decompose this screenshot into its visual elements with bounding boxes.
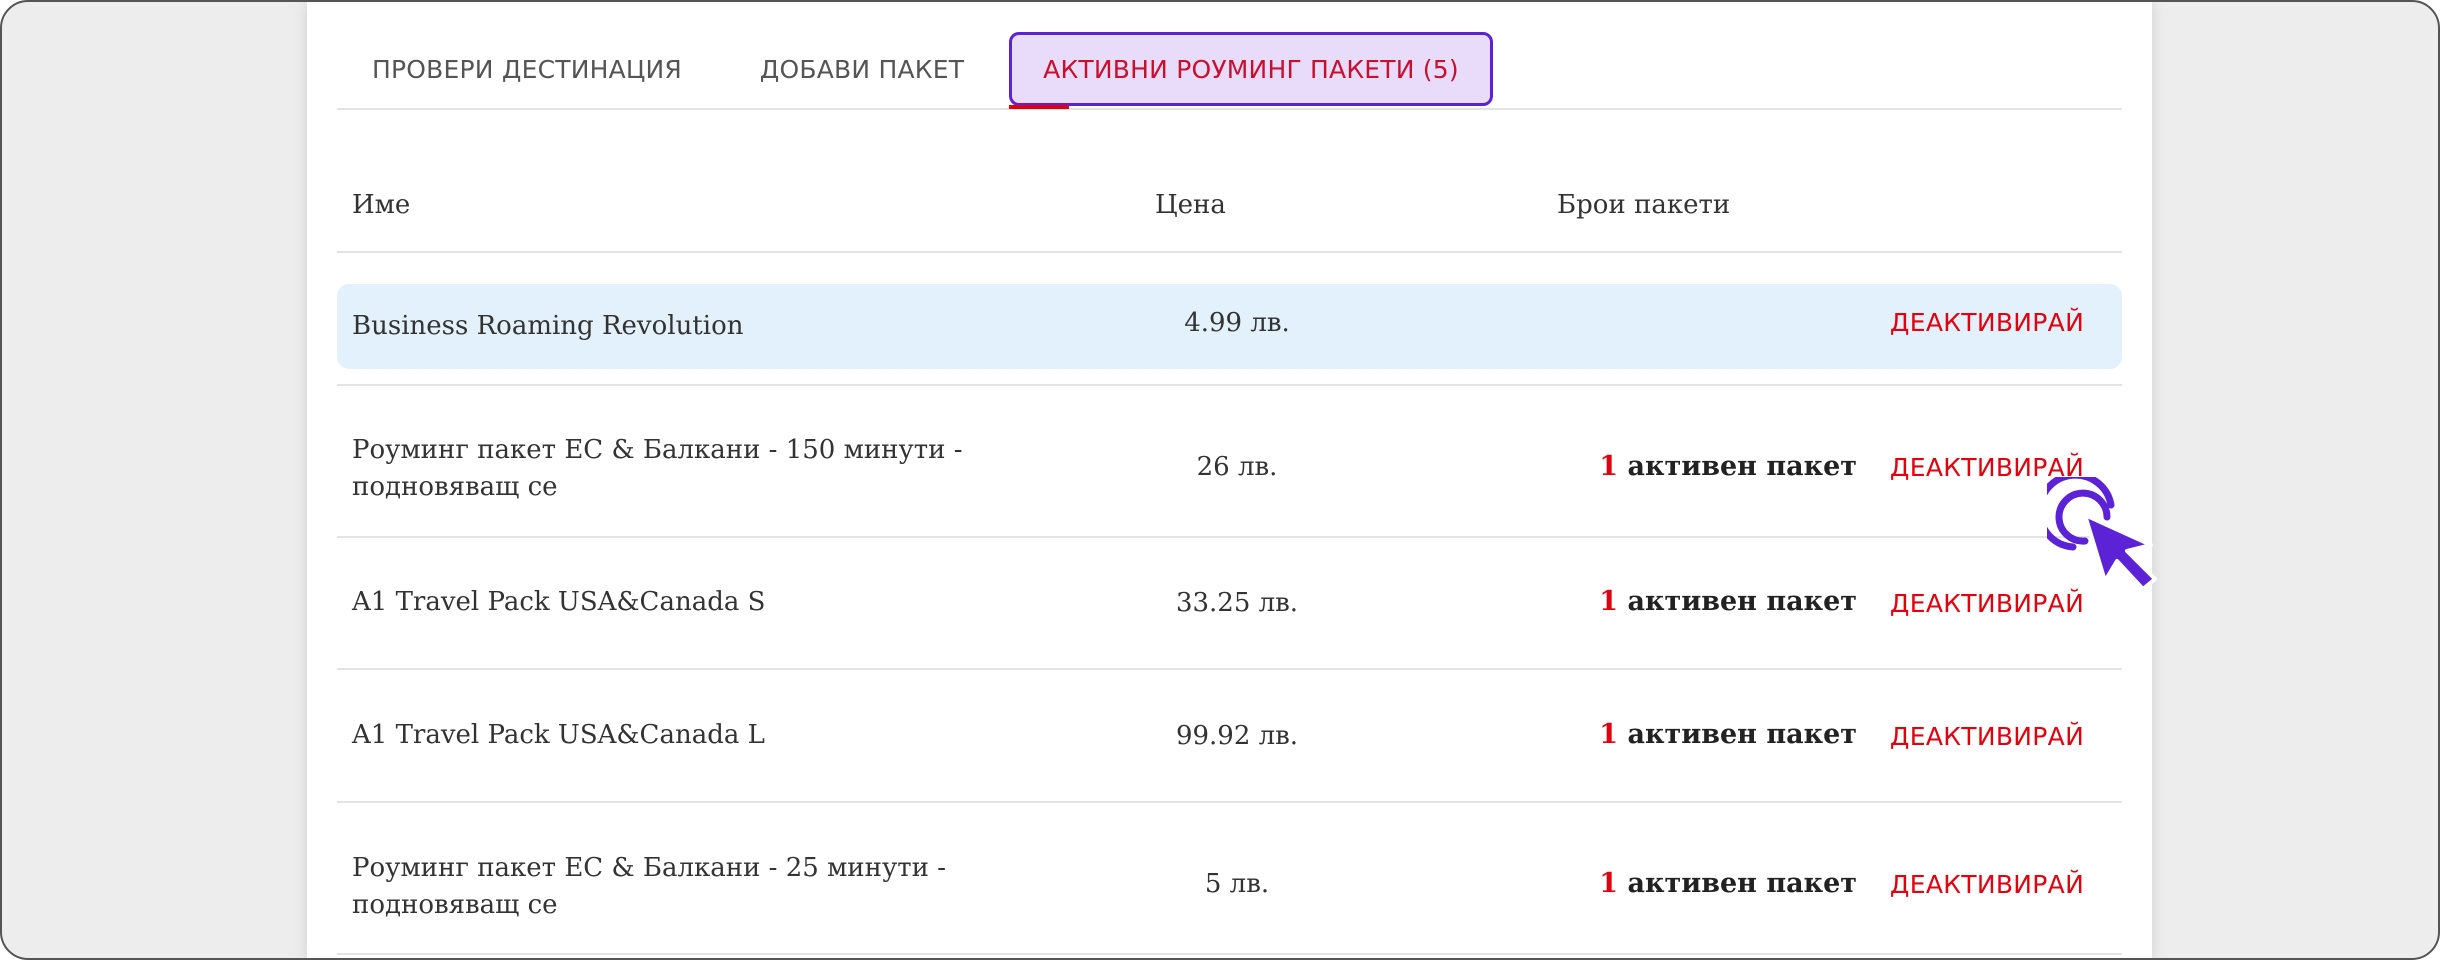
table-row: Роуминг пакет ЕС & Балкани - 25 минути -… xyxy=(337,803,2122,953)
table-row: Business Roaming Revolution 4.99 лв. ДЕА… xyxy=(337,284,2122,369)
package-price: 33.25 лв. xyxy=(1175,588,1299,618)
click-pointer-icon xyxy=(2047,477,2157,591)
column-header-name: Име xyxy=(352,190,411,220)
column-header-count: Брои пакети xyxy=(1557,190,1731,220)
package-count-number: 1 xyxy=(1599,719,1619,750)
package-count-label: активен пакет xyxy=(1627,586,1857,617)
package-count: 1 активен пакет xyxy=(1467,451,1857,482)
package-count: 1 активен пакет xyxy=(1467,719,1857,750)
tab-active-roaming-packages[interactable]: АКТИВНИ РОУМИНГ ПАКЕТИ (5) xyxy=(1009,32,1493,109)
package-name: A1 Travel Pack USA&Canada S xyxy=(352,587,766,617)
package-name: Роуминг пакет ЕС & Балкани - 25 минути -… xyxy=(352,853,947,920)
package-price: 26 лв. xyxy=(1196,452,1278,482)
package-count-number: 1 xyxy=(1599,586,1619,617)
package-name: Роуминг пакет ЕС & Балкани - 150 минути … xyxy=(352,435,963,502)
deactivate-button[interactable]: ДЕАКТИВИРАЙ xyxy=(1867,589,2107,618)
package-count-label: активен пакет xyxy=(1627,719,1857,750)
window-frame: ПРОВЕРИ ДЕСТИНАЦИЯ ДОБАВИ ПАКЕТ АКТИВНИ … xyxy=(0,0,2440,960)
package-count-number: 1 xyxy=(1599,451,1619,482)
package-price: 4.99 лв. xyxy=(1184,308,1290,338)
tab-check-destination[interactable]: ПРОВЕРИ ДЕСТИНАЦИЯ xyxy=(337,32,717,106)
deactivate-button[interactable]: ДЕАКТИВИРАЙ xyxy=(1867,308,2107,337)
table-row: A1 Travel Pack USA&Canada S 33.25 лв. 1 … xyxy=(337,538,2122,668)
package-name: Business Roaming Revolution xyxy=(352,311,744,341)
header-divider xyxy=(337,251,2122,253)
row-divider xyxy=(337,953,2122,955)
tab-bar: ПРОВЕРИ ДЕСТИНАЦИЯ ДОБАВИ ПАКЕТ АКТИВНИ … xyxy=(337,32,2122,110)
package-count-label: активен пакет xyxy=(1627,451,1857,482)
table-row: Роуминг пакет ЕС & Балкани - 150 минути … xyxy=(337,386,2122,536)
column-header-price: Цена xyxy=(1155,190,1226,220)
package-price: 5 лв. xyxy=(1204,869,1270,899)
roaming-packages-card: ПРОВЕРИ ДЕСТИНАЦИЯ ДОБАВИ ПАКЕТ АКТИВНИ … xyxy=(307,2,2152,958)
deactivate-button[interactable]: ДЕАКТИВИРАЙ xyxy=(1867,870,2107,899)
package-count-number: 1 xyxy=(1599,868,1619,899)
package-count-label: активен пакет xyxy=(1627,868,1857,899)
package-name: A1 Travel Pack USA&Canada L xyxy=(352,720,765,750)
package-count: 1 активен пакет xyxy=(1467,586,1857,617)
package-count: 1 активен пакет xyxy=(1467,868,1857,899)
deactivate-button[interactable]: ДЕАКТИВИРАЙ xyxy=(1867,722,2107,751)
tab-add-package[interactable]: ДОБАВИ ПАКЕТ xyxy=(732,32,992,106)
package-price: 99.92 лв. xyxy=(1175,721,1299,751)
table-row: A1 Travel Pack USA&Canada L 99.92 лв. 1 … xyxy=(337,670,2122,800)
